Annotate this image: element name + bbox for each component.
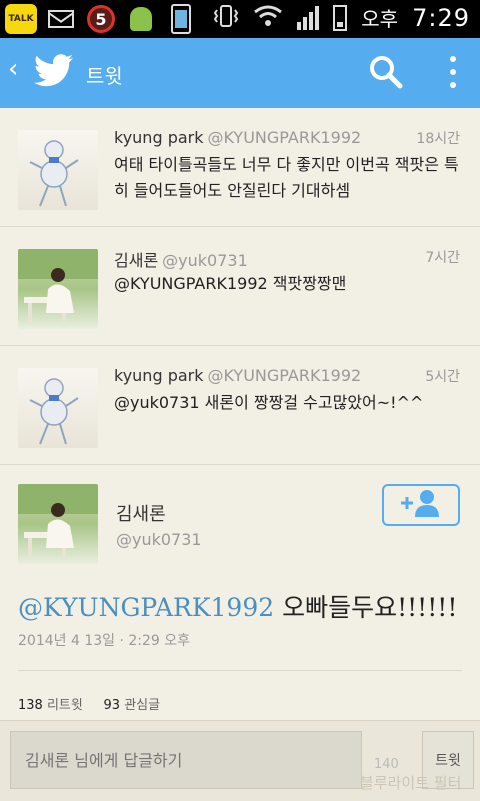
detail-timestamp: 2014년 4 13일 · 2:29 오후 — [18, 633, 191, 649]
vibrate-icon — [213, 4, 239, 32]
phone-icon — [164, 3, 198, 35]
tweet-time: 18시간 — [416, 131, 460, 147]
author-handle: @yuk0731 — [162, 251, 248, 270]
status-bar: TALK 5 오후 7:29 — [0, 0, 480, 38]
tweet-author[interactable]: kyung park @KYUNGPARK1992 — [114, 366, 361, 385]
divider — [18, 670, 462, 671]
author-name: 김새론 — [114, 251, 159, 270]
more-options-icon[interactable] — [446, 54, 460, 94]
twitter-bird-icon[interactable] — [34, 54, 74, 92]
add-user-icon — [399, 489, 443, 521]
retweet-label: 리트윗 — [46, 698, 83, 713]
reply-input[interactable] — [10, 731, 362, 789]
retweet-stat[interactable]: 138 리트윗 — [18, 698, 83, 713]
avatar[interactable] — [18, 130, 98, 210]
kakaotalk-icon: TALK — [4, 3, 38, 35]
author-handle: @KYUNGPARK1992 — [207, 128, 362, 147]
tweet-time: 5시간 — [425, 369, 460, 385]
detail-text-body: 오빠들두요!!!!!! — [274, 593, 458, 622]
tweet-text: @KYUNGPARK1992 잭팟짱짱맨 — [114, 274, 347, 293]
avatar[interactable] — [18, 368, 98, 448]
android-icon — [124, 3, 158, 35]
tweet-item[interactable]: kyung park @KYUNGPARK1992 18시간 여태 타이틀곡들도 … — [0, 108, 480, 227]
follow-button[interactable] — [382, 484, 460, 526]
tweet-author[interactable]: 김새론 @yuk0731 — [114, 247, 248, 271]
author-handle: @KYUNGPARK1992 — [207, 366, 362, 385]
conversation-feed: kyung park @KYUNGPARK1992 18시간 여태 타이틀곡들도 … — [0, 108, 480, 465]
battery-icon — [333, 4, 348, 31]
mention-link[interactable]: @KYUNGPARK1992 — [18, 593, 274, 622]
author-name: kyung park — [114, 366, 204, 385]
retweet-count: 138 — [18, 698, 43, 713]
notification-count: 5 — [87, 5, 115, 33]
wifi-icon — [253, 4, 283, 32]
avatar[interactable] — [18, 484, 98, 564]
detail-stats: 138 리트윗 93 관심글 — [18, 694, 160, 713]
detail-author-name[interactable]: 김새론 — [116, 500, 166, 526]
favorite-stat[interactable]: 93 관심글 — [104, 698, 161, 713]
tweet-detail: 김새론 @yuk0731 @KYUNGPARK1992 오빠들두요!!!!!! … — [0, 462, 480, 716]
avatar[interactable] — [18, 249, 98, 329]
status-time: 7:29 — [412, 3, 470, 32]
app-header: ‹ 트윗 — [0, 38, 480, 108]
header-title: 트윗 — [86, 64, 123, 88]
detail-author-handle[interactable]: @yuk0731 — [116, 530, 202, 549]
signal-icon — [297, 5, 320, 30]
tweet-text: 여태 타이틀곡들도 너무 다 좋지만 이번곡 잭팟은 특히 들어도들어도 안질린… — [114, 155, 459, 200]
tweet-item[interactable]: 김새론 @yuk0731 7시간 @KYUNGPARK1992 잭팟짱짱맨 — [0, 227, 480, 346]
tweet-text: @yuk0731 새론이 짱짱걸 수고많았어~!^^ — [114, 393, 424, 412]
tweet-author[interactable]: kyung park @KYUNGPARK1992 — [114, 128, 361, 147]
favorite-label: 관심글 — [124, 698, 161, 713]
status-ampm: 오후 — [361, 7, 399, 31]
tweet-item[interactable]: kyung park @KYUNGPARK1992 5시간 @yuk0731 새론… — [0, 346, 480, 465]
watermark-text: 블루라이트 필터 — [360, 774, 462, 792]
mail-icon — [44, 3, 78, 35]
detail-tweet-text: @KYUNGPARK1992 오빠들두요!!!!!! — [18, 588, 457, 624]
favorite-count: 93 — [103, 698, 121, 713]
search-icon[interactable] — [368, 54, 404, 94]
notification-badge-icon: 5 — [84, 3, 118, 35]
back-chevron-icon[interactable]: ‹ — [8, 56, 18, 82]
kakaotalk-label: TALK — [5, 4, 37, 34]
tweet-time: 7시간 — [425, 250, 460, 266]
char-count: 140 — [374, 757, 399, 772]
author-name: kyung park — [114, 128, 204, 147]
